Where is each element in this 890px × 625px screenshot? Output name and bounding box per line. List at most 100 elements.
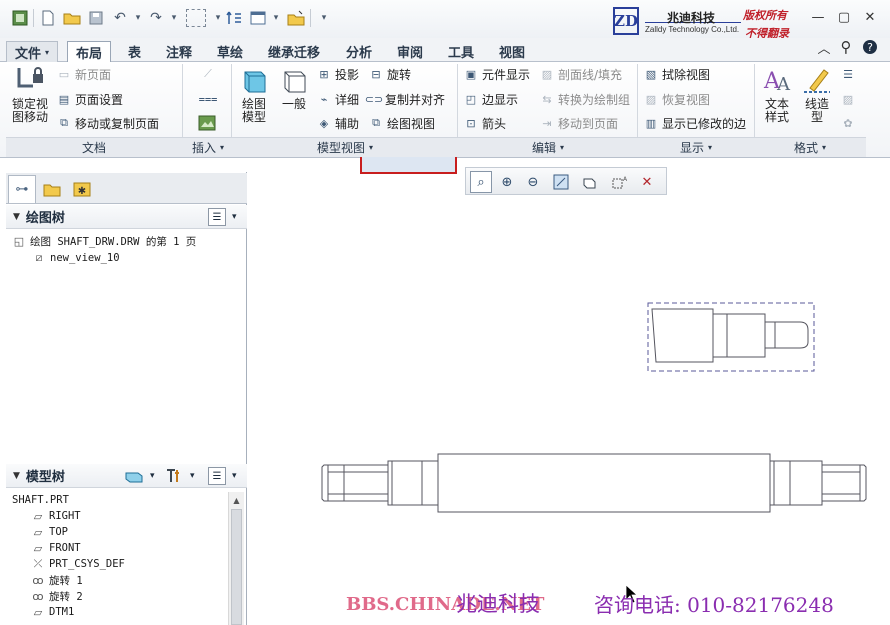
show-modified-edges-button[interactable]: ▥ 显示已修改的边 bbox=[643, 113, 746, 133]
auxiliary-view-button[interactable]: ◈ 辅助 bbox=[316, 113, 359, 133]
arrow-button[interactable]: ⊡ 箭头 bbox=[463, 113, 506, 133]
model-tree-header[interactable]: ▼ 模型树 ▾ ▾ ☰ ▾ bbox=[6, 464, 247, 488]
more-icon[interactable]: ▾ bbox=[314, 8, 334, 28]
symbol-button[interactable]: ✿ bbox=[840, 113, 859, 133]
windows-icon[interactable] bbox=[248, 8, 268, 28]
page-setup-button[interactable]: ▤ 页面设置 bbox=[56, 89, 123, 109]
tree-settings-icon[interactable]: ☰ bbox=[208, 208, 226, 226]
regenerate-icon[interactable] bbox=[224, 8, 244, 28]
edge-display-button[interactable]: ◰ 边显示 bbox=[463, 89, 518, 109]
model-tree-tab-icon[interactable]: ⊶ bbox=[8, 175, 36, 203]
chevron-down-icon[interactable]: ▾ bbox=[266, 8, 286, 28]
collapse-ribbon-icon[interactable]: ︿ bbox=[814, 38, 834, 57]
save-icon[interactable] bbox=[86, 8, 106, 28]
drawing-tree-header[interactable]: ▼ 绘图树 ☰ ▾ bbox=[6, 205, 247, 229]
insert-layer-button[interactable]: ⩶ bbox=[198, 89, 221, 109]
new-page-button[interactable]: ▭ 新页面 bbox=[56, 64, 111, 84]
display-style-icon[interactable] bbox=[578, 171, 600, 193]
saved-orientations-icon[interactable]: AB bbox=[608, 171, 630, 193]
erase-view-button[interactable]: ▧ 拭除视图 bbox=[643, 64, 710, 84]
drawing-tree-view[interactable]: ⧄ new_view_10 bbox=[31, 250, 120, 266]
move-to-page-button[interactable]: ⇥ 移动到页面 bbox=[539, 113, 618, 133]
group-format-label[interactable]: 格式 ▾ bbox=[754, 138, 866, 156]
chevron-down-icon[interactable]: ▾ bbox=[232, 212, 237, 222]
close-icon[interactable]: ✕ bbox=[860, 8, 880, 26]
insert-chart-button[interactable]: ⟋ bbox=[198, 64, 221, 84]
lock-view-move-button[interactable]: 锁定视图移动 bbox=[8, 66, 52, 124]
move-copy-page-button[interactable]: ⧉ 移动或复制页面 bbox=[56, 113, 159, 133]
model-tree-root[interactable]: SHAFT.PRT bbox=[12, 492, 69, 508]
copy-align-button[interactable]: ⊂⊃ 复制并对齐 bbox=[365, 89, 445, 109]
hatch-settings-button[interactable]: ☰ bbox=[840, 64, 859, 84]
zoom-in-icon[interactable]: ⊕ bbox=[496, 171, 518, 193]
model-tree-item[interactable]: ⤫ PRT_CSYS_DEF bbox=[30, 556, 125, 572]
scroll-up-icon[interactable]: ▲ bbox=[230, 493, 243, 507]
insert-image-button[interactable] bbox=[198, 113, 216, 133]
tab-view[interactable]: 视图 bbox=[491, 41, 533, 62]
redo-icon[interactable]: ↷ bbox=[146, 8, 166, 28]
minimize-icon[interactable]: — bbox=[808, 8, 828, 26]
tree-settings-icon[interactable]: ☰ bbox=[208, 467, 226, 485]
drawing-view-button[interactable]: ⧉ 绘图视图 bbox=[368, 113, 435, 133]
tree-tools-icon[interactable] bbox=[164, 467, 184, 489]
hatch-pattern-button[interactable]: ▨ bbox=[840, 89, 859, 109]
new-icon[interactable] bbox=[38, 8, 58, 28]
rotate-view-button[interactable]: ⊟ 旋转 bbox=[368, 64, 411, 84]
tab-legacy-migration[interactable]: 继承迁移 bbox=[260, 41, 328, 62]
datum-display-icon[interactable]: ✕ bbox=[636, 171, 658, 193]
tab-tools[interactable]: 工具 bbox=[440, 41, 482, 62]
main-view-shaft[interactable] bbox=[321, 453, 867, 513]
refit-icon[interactable]: ⌕ bbox=[470, 171, 492, 193]
undo-icon[interactable]: ↶ bbox=[110, 8, 130, 28]
help-icon[interactable]: ? bbox=[860, 38, 880, 56]
tab-layout[interactable]: 布局 bbox=[67, 41, 112, 63]
tab-analysis[interactable]: 分析 bbox=[338, 41, 380, 62]
zoom-out-icon[interactable]: ⊖ bbox=[522, 171, 544, 193]
open-icon[interactable] bbox=[62, 8, 82, 28]
drawing-tree-sheet[interactable]: ◱ 绘图 SHAFT_DRW.DRW 的第 1 页 bbox=[11, 233, 197, 249]
drawing-canvas[interactable] bbox=[248, 196, 890, 625]
model-tree-scrollbar[interactable]: ▲ bbox=[228, 492, 244, 625]
group-display-label[interactable]: 显示 ▾ bbox=[638, 138, 754, 156]
copied-view-shaft[interactable] bbox=[651, 308, 809, 363]
folder-icon[interactable] bbox=[286, 8, 306, 28]
group-model-views-label[interactable]: 模型视图 ▾ bbox=[232, 138, 458, 156]
text-style-button[interactable]: AA 文本样式 bbox=[757, 66, 797, 124]
drawing-model-button[interactable]: 绘图模型 bbox=[234, 66, 274, 124]
search-icon[interactable]: ⚲ bbox=[836, 38, 856, 56]
show-icon[interactable] bbox=[124, 468, 144, 488]
tab-annotate[interactable]: 注释 bbox=[158, 41, 200, 62]
model-tree-item[interactable]: ▱ RIGHT bbox=[30, 508, 81, 524]
tab-table[interactable]: 表 bbox=[120, 41, 149, 62]
convert-to-group-button[interactable]: ⇆ 转换为绘制组 bbox=[539, 89, 630, 109]
model-tree-item[interactable]: ▱ FRONT bbox=[30, 540, 81, 556]
model-tree-item[interactable]: ▱ DTM1 bbox=[30, 604, 75, 620]
file-menu[interactable]: 文件 ▾ bbox=[6, 41, 59, 62]
model-tree-item[interactable]: ▱ TOP bbox=[30, 524, 68, 540]
restore-view-button[interactable]: ▨ 恢复视图 bbox=[643, 89, 710, 109]
favorites-tab-icon[interactable]: ✱ bbox=[68, 175, 96, 203]
scrollbar-thumb[interactable] bbox=[231, 509, 242, 625]
maximize-icon[interactable]: ▢ bbox=[834, 8, 854, 26]
chevron-down-icon[interactable]: ▾ bbox=[128, 8, 148, 28]
chevron-down-icon[interactable]: ▾ bbox=[150, 471, 155, 481]
chevron-down-icon[interactable]: ▾ bbox=[190, 471, 195, 481]
group-insert-label[interactable]: 插入 ▾ bbox=[184, 138, 232, 156]
select-box-icon[interactable] bbox=[186, 9, 206, 27]
copied-view-boundary[interactable] bbox=[647, 302, 815, 372]
repaint-icon[interactable] bbox=[550, 171, 572, 193]
chevron-down-icon[interactable]: ▾ bbox=[232, 471, 237, 481]
general-view-button[interactable]: 一般 bbox=[274, 66, 314, 111]
line-style-button[interactable]: 线造型 bbox=[797, 66, 837, 124]
detailed-view-button[interactable]: ⌁ 详细 bbox=[316, 89, 362, 109]
element-display-button[interactable]: ▣ 元件显示 bbox=[463, 64, 530, 84]
tab-review[interactable]: 审阅 bbox=[389, 41, 431, 62]
chevron-down-icon[interactable]: ▾ bbox=[164, 8, 184, 28]
model-tree-item[interactable]: ꝏ 旋转 1 bbox=[30, 572, 82, 588]
section-line-fill-button[interactable]: ▨ 剖面线/填充 bbox=[539, 64, 622, 84]
folder-browser-tab-icon[interactable] bbox=[38, 175, 66, 203]
model-tree-item[interactable]: ꝏ 旋转 2 bbox=[30, 588, 82, 604]
group-edit-label[interactable]: 编辑 ▾ bbox=[458, 138, 638, 156]
tab-sketch[interactable]: 草绘 bbox=[209, 41, 251, 62]
projection-button[interactable]: ⊞ 投影 bbox=[316, 64, 359, 84]
